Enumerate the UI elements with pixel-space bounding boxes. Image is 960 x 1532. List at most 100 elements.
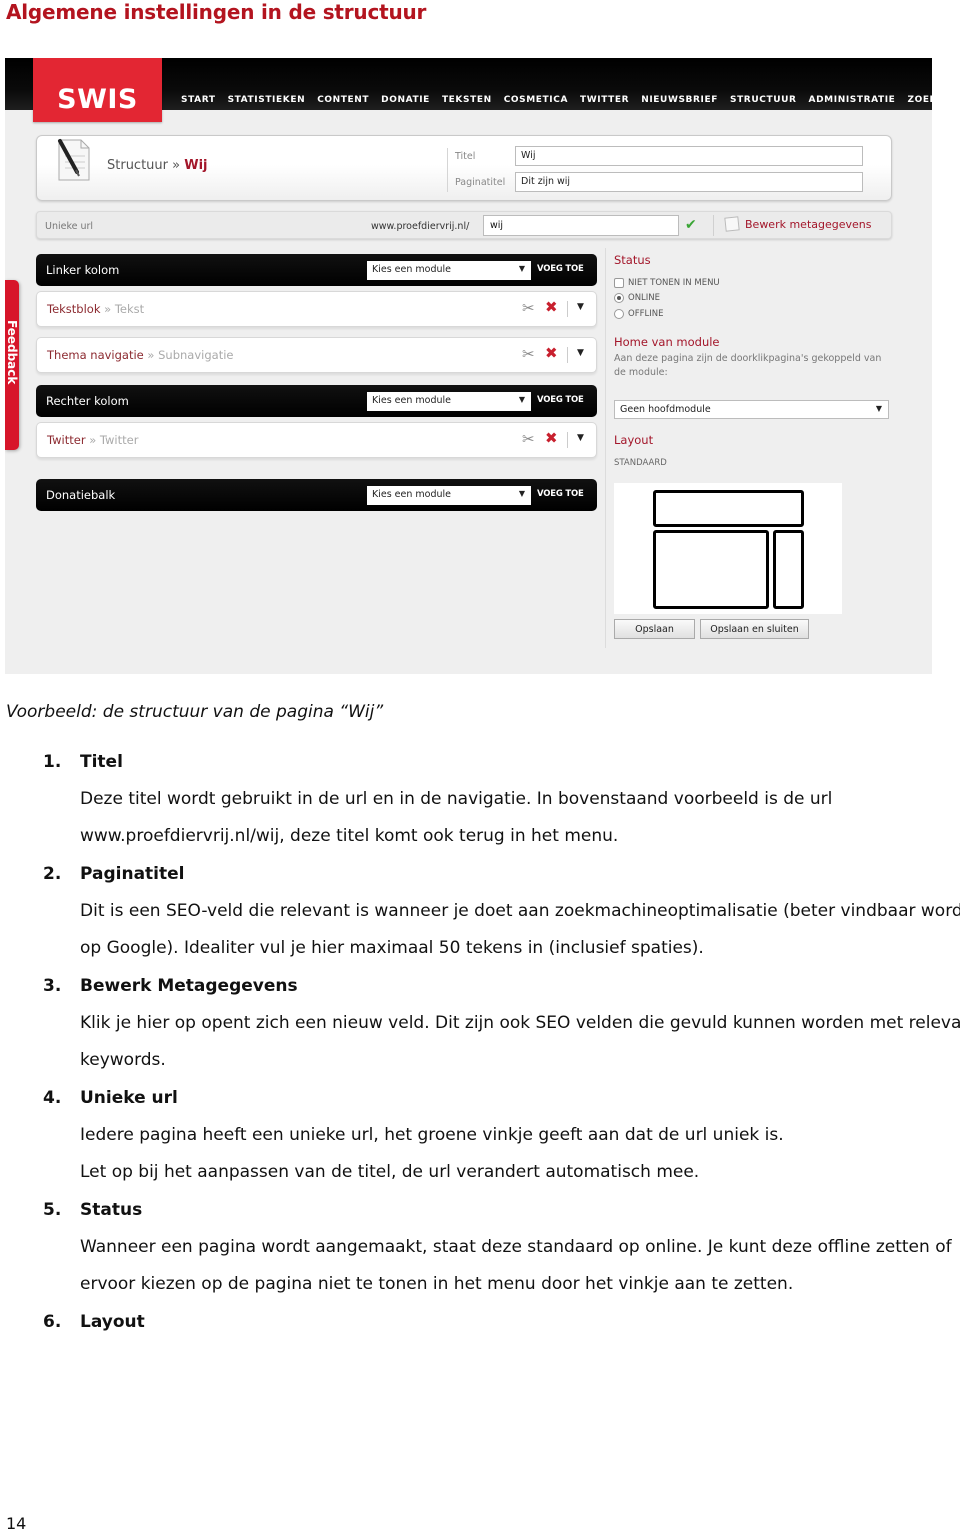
module-row: Tekstblok » Tekst ✂ ✖ ▼ <box>36 291 597 327</box>
nav-twitter[interactable]: TWITTER <box>580 95 629 105</box>
nav-statistieken[interactable]: STATISTIEKEN <box>228 95 306 105</box>
note-icon <box>724 216 740 232</box>
module-select-value: Kies een module <box>372 489 452 500</box>
page-number: 14 <box>6 1514 27 1532</box>
delete-icon[interactable]: ✖ <box>545 429 558 447</box>
item-number: 2. <box>43 864 62 884</box>
chevron-down-icon: ▼ <box>518 264 525 273</box>
module-select[interactable]: Kies een module ▼ <box>367 392 531 411</box>
module-select[interactable]: Kies een module ▼ <box>367 486 531 505</box>
home-module-description: Aan deze pagina zijn de doorklikpagina's… <box>614 353 882 378</box>
item-heading: Unieke url <box>80 1088 178 1108</box>
chevron-down-icon: ▼ <box>875 404 882 413</box>
add-module-button[interactable]: VOEG TOE <box>537 264 584 274</box>
nav-zoeken[interactable]: ZOEKEN <box>907 95 932 105</box>
item-heading: Bewerk Metagegevens <box>80 976 298 996</box>
unique-url-panel: Unieke url www.proefdiervrij.nl/ wij ✔ B… <box>36 211 892 239</box>
nav-cosmetica[interactable]: COSMETICA <box>504 95 568 105</box>
feedback-tab[interactable]: Feedback <box>5 280 19 450</box>
nav-nieuwsbrief[interactable]: NIEUWSBRIEF <box>641 95 718 105</box>
item-number: 4. <box>43 1088 62 1108</box>
section-label: Linker kolom <box>46 263 120 277</box>
radio-selected[interactable] <box>614 293 624 303</box>
module-name: Thema navigatie » Subnavigatie <box>47 348 234 362</box>
item-text: www.proefdiervrij.nl/wij, deze titel kom… <box>80 826 619 846</box>
module-name: Tekstblok » Tekst <box>47 302 145 316</box>
caret-down-icon[interactable]: ▼ <box>577 302 584 312</box>
item-number: 6. <box>43 1312 62 1332</box>
item-heading: Status <box>80 1200 143 1220</box>
item-number: 3. <box>43 976 62 996</box>
layout-header-block <box>653 490 804 527</box>
paginatitel-field[interactable]: Dit zijn wij <box>515 172 863 192</box>
item-heading: Titel <box>80 752 123 772</box>
module-row: Thema navigatie » Subnavigatie ✂ ✖ ▼ <box>36 337 597 373</box>
save-and-close-button[interactable]: Opslaan en sluiten <box>700 619 809 639</box>
add-module-button[interactable]: VOEG TOE <box>537 489 584 499</box>
item-text: ervoor kiezen op de pagina niet te tonen… <box>80 1274 794 1294</box>
option-hide-in-menu[interactable]: NIET TONEN IN MENU <box>614 278 720 288</box>
divider <box>567 347 568 363</box>
breadcrumb-parent[interactable]: Structuur <box>107 158 168 173</box>
item-heading: Layout <box>80 1312 145 1332</box>
layout-main-block <box>653 530 769 609</box>
item-text: op Google). Idealiter vul je hier maxima… <box>80 938 704 958</box>
chevron-down-icon: ▼ <box>518 395 525 404</box>
section-label: Rechter kolom <box>46 394 129 408</box>
nav-structuur[interactable]: STRUCTUUR <box>730 95 797 105</box>
item-text: Let op bij het aanpassen van de titel, d… <box>80 1162 700 1182</box>
titel-label: Titel <box>455 151 476 162</box>
caret-down-icon[interactable]: ▼ <box>577 433 584 443</box>
chevron-down-icon: ▼ <box>518 489 525 498</box>
swis-logo[interactable]: SWIS <box>33 58 162 122</box>
nav-donatie[interactable]: DONATIE <box>381 95 430 105</box>
breadcrumb: Structuur » Wij <box>107 158 208 173</box>
document-pen-icon <box>58 139 90 181</box>
tools-icon[interactable]: ✂ <box>522 299 535 317</box>
item-number: 5. <box>43 1200 62 1220</box>
nav-start[interactable]: START <box>181 95 216 105</box>
layout-preview[interactable] <box>614 483 842 614</box>
paginatitel-label: Paginatitel <box>455 177 506 188</box>
divider <box>567 432 568 448</box>
section-bar-donatiebalk: Donatiebalk Kies een module ▼ VOEG TOE <box>36 479 597 511</box>
divider <box>713 215 714 236</box>
tools-icon[interactable]: ✂ <box>522 430 535 448</box>
home-module-value: Geen hoofdmodule <box>620 404 711 415</box>
tools-icon[interactable]: ✂ <box>522 345 535 363</box>
item-text: Dit is een SEO-veld die relevant is wann… <box>80 901 960 921</box>
layout-side-block <box>773 530 804 609</box>
item-number: 1. <box>43 752 62 772</box>
option-online[interactable]: ONLINE <box>614 293 660 303</box>
page-header-panel: Structuur » Wij Titel Wij Paginatitel Di… <box>36 135 892 201</box>
url-slug-field[interactable]: wij <box>483 215 679 236</box>
titel-field[interactable]: Wij <box>515 146 863 166</box>
item-text: Iedere pagina heeft een unieke url, het … <box>80 1125 784 1145</box>
unique-url-label: Unieke url <box>45 221 94 232</box>
checkbox[interactable] <box>614 278 624 288</box>
edit-metadata-link[interactable]: Bewerk metagegevens <box>724 216 871 232</box>
module-row: Twitter » Twitter ✂ ✖ ▼ <box>36 422 597 458</box>
nav-teksten[interactable]: TEKSTEN <box>442 95 492 105</box>
status-heading: Status <box>614 253 651 267</box>
add-module-button[interactable]: VOEG TOE <box>537 395 584 405</box>
module-select-value: Kies een module <box>372 395 452 406</box>
nav-content[interactable]: CONTENT <box>317 95 369 105</box>
radio[interactable] <box>614 309 624 319</box>
delete-icon[interactable]: ✖ <box>545 298 558 316</box>
module-select[interactable]: Kies een module ▼ <box>367 261 531 280</box>
home-module-heading: Home van module <box>614 335 720 349</box>
delete-icon[interactable]: ✖ <box>545 344 558 362</box>
check-icon: ✔ <box>685 217 697 233</box>
home-module-select[interactable]: Geen hoofdmodule ▼ <box>614 400 889 419</box>
breadcrumb-current: Wij <box>184 158 208 173</box>
divider <box>447 148 448 192</box>
url-base: www.proefdiervrij.nl/ <box>371 221 470 232</box>
save-button[interactable]: Opslaan <box>614 619 695 639</box>
item-text: Klik je hier op opent zich een nieuw vel… <box>80 1013 960 1033</box>
item-text: Wanneer een pagina wordt aangemaakt, sta… <box>80 1237 952 1257</box>
option-offline[interactable]: OFFLINE <box>614 309 663 319</box>
nav-administratie[interactable]: ADMINISTRATIE <box>809 95 896 105</box>
figure-caption: Voorbeeld: de structuur van de pagina “W… <box>6 702 384 722</box>
caret-down-icon[interactable]: ▼ <box>577 348 584 358</box>
